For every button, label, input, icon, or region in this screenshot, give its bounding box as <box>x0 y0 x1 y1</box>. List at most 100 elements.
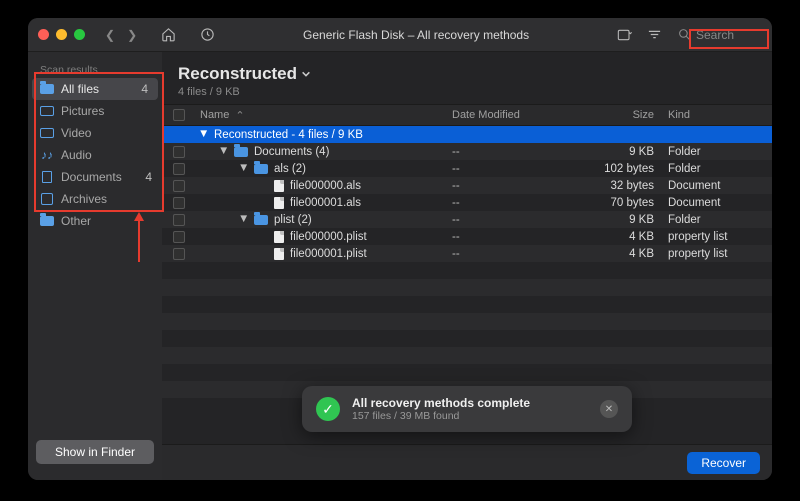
titlebar: ❮ ❯ Generic Flash Disk – All recovery me… <box>28 18 772 52</box>
toast-close-button[interactable]: ✕ <box>600 400 618 418</box>
toast-subtitle: 157 files / 39 MB found <box>352 410 530 422</box>
row-date: -- <box>452 197 572 209</box>
folder-icon <box>40 84 54 94</box>
search-input[interactable] <box>696 28 756 42</box>
sidebar-item-audio[interactable]: ♪♪Audio <box>28 144 162 166</box>
table-row[interactable]: file000000.plist--4 KBproperty list <box>162 228 772 245</box>
disclosure-triangle-icon[interactable]: ▼ <box>238 213 248 225</box>
check-icon: ✓ <box>316 397 340 421</box>
nav-forward-button[interactable]: ❯ <box>127 28 137 42</box>
sidebar-item-label: Archives <box>61 192 107 206</box>
row-size: 102 bytes <box>572 163 662 175</box>
row-name: file000000.plist <box>290 231 367 243</box>
column-size[interactable]: Size <box>572 109 662 121</box>
row-checkbox[interactable] <box>173 146 185 158</box>
row-checkbox[interactable] <box>173 214 185 226</box>
disclosure-triangle-icon[interactable]: ▼ <box>238 162 248 174</box>
file-icon <box>274 248 284 260</box>
row-size: 9 KB <box>572 146 662 158</box>
row-kind: Folder <box>662 146 772 158</box>
filter-icon[interactable] <box>647 28 662 41</box>
empty-row <box>162 296 772 313</box>
row-name: plist (2) <box>274 214 312 226</box>
chevron-down-icon <box>301 69 311 79</box>
row-checkbox[interactable] <box>173 248 185 260</box>
row-checkbox[interactable] <box>173 180 185 192</box>
row-size: 70 bytes <box>572 197 662 209</box>
row-name: file000001.als <box>290 197 361 209</box>
table-row[interactable]: ▼ als (2) --102 bytesFolder <box>162 160 772 177</box>
sidebar-item-label: Documents <box>61 170 122 184</box>
row-date: -- <box>452 146 572 158</box>
sidebar-item-label: Audio <box>61 148 92 162</box>
window-title: Generic Flash Disk – All recovery method… <box>223 28 609 42</box>
picture-icon <box>40 106 54 116</box>
recover-button[interactable]: Recover <box>687 452 760 474</box>
history-icon[interactable] <box>200 27 215 42</box>
sidebar-item-pictures[interactable]: Pictures <box>28 100 162 122</box>
table-row[interactable]: file000001.plist--4 KBproperty list <box>162 245 772 262</box>
row-size: 4 KB <box>572 248 662 260</box>
table-row[interactable]: ▼plist (2)--9 KBFolder <box>162 211 772 228</box>
nav-back-button[interactable]: ❮ <box>105 28 115 42</box>
column-date[interactable]: Date Modified <box>452 109 572 121</box>
main-subtitle: 4 files / 9 KB <box>178 86 756 98</box>
window-controls <box>38 29 85 40</box>
empty-row <box>162 313 772 330</box>
row-kind: Folder <box>662 163 772 175</box>
empty-row <box>162 364 772 381</box>
row-size: 32 bytes <box>572 180 662 192</box>
row-kind: property list <box>662 248 772 260</box>
table-header: Name⌃ Date Modified Size Kind <box>162 104 772 126</box>
row-kind: property list <box>662 231 772 243</box>
empty-row <box>162 330 772 347</box>
row-date: -- <box>452 163 572 175</box>
row-date: -- <box>452 248 572 260</box>
sidebar-item-video[interactable]: Video <box>28 122 162 144</box>
disclosure-triangle-icon[interactable]: ▼ <box>198 128 208 140</box>
file-icon <box>274 180 284 192</box>
table-row[interactable]: file000001.als--70 bytesDocument <box>162 194 772 211</box>
empty-row <box>162 262 772 279</box>
sidebar-header: Scan results <box>28 60 162 78</box>
search-field[interactable] <box>676 26 762 44</box>
fullscreen-window-button[interactable] <box>74 29 85 40</box>
table-row[interactable]: ▼ Documents (4) --9 KBFolder <box>162 143 772 160</box>
sidebar-item-other[interactable]: Other <box>28 210 162 232</box>
row-name: Documents (4) <box>254 146 329 158</box>
row-kind: Folder <box>662 214 772 226</box>
row-name: Reconstructed - 4 files / 9 KB <box>214 129 363 141</box>
disclosure-triangle-icon[interactable]: ▼ <box>218 145 228 157</box>
table-row[interactable]: ▼ Reconstructed - 4 files / 9 KB <box>162 126 772 143</box>
file-icon <box>274 197 284 209</box>
archive-icon <box>41 193 53 205</box>
sidebar-item-documents[interactable]: Documents4 <box>28 166 162 188</box>
completion-toast: ✓ All recovery methods complete 157 file… <box>302 386 632 432</box>
sidebar-item-archives[interactable]: Archives <box>28 188 162 210</box>
show-in-finder-button[interactable]: Show in Finder <box>36 440 154 464</box>
file-icon <box>274 231 284 243</box>
sidebar-item-all-files[interactable]: All files4 <box>32 78 158 100</box>
main-title[interactable]: Reconstructed <box>178 64 756 84</box>
row-checkbox[interactable] <box>173 231 185 243</box>
toast-title: All recovery methods complete <box>352 396 530 410</box>
row-size: 9 KB <box>572 214 662 226</box>
sidebar: Scan results All files4PicturesVideo♪♪Au… <box>28 52 162 480</box>
close-window-button[interactable] <box>38 29 49 40</box>
folder-icon <box>234 147 248 157</box>
select-all-checkbox[interactable] <box>173 109 185 121</box>
row-size: 4 KB <box>572 231 662 243</box>
row-checkbox[interactable] <box>173 197 185 209</box>
home-icon[interactable] <box>161 27 176 42</box>
row-checkbox[interactable] <box>173 163 185 175</box>
video-icon <box>40 128 54 138</box>
empty-row <box>162 279 772 296</box>
view-options-icon[interactable] <box>617 28 633 42</box>
row-name: als (2) <box>274 163 306 175</box>
search-icon <box>678 28 691 41</box>
column-name[interactable]: Name⌃ <box>196 109 452 122</box>
column-kind[interactable]: Kind <box>662 109 772 121</box>
table-row[interactable]: file000000.als--32 bytesDocument <box>162 177 772 194</box>
row-name: file000000.als <box>290 180 361 192</box>
minimize-window-button[interactable] <box>56 29 67 40</box>
